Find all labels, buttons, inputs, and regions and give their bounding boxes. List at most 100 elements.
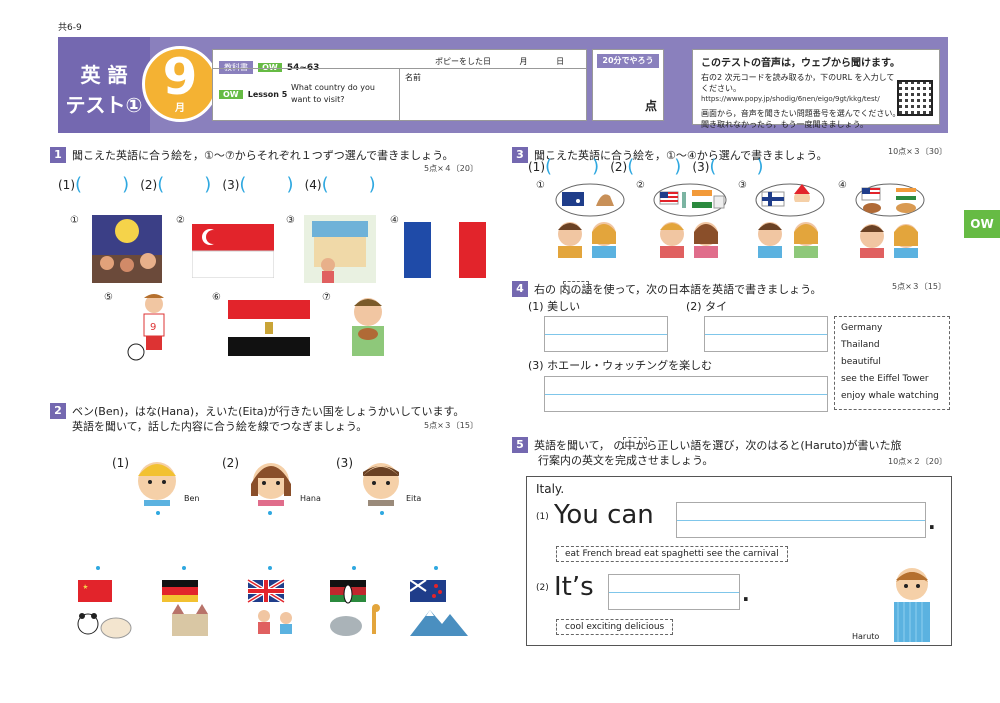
score-label: 点 bbox=[644, 99, 657, 113]
q5-dashed-box-icon bbox=[623, 437, 647, 449]
q5-period-1: . bbox=[928, 510, 936, 534]
q4-answer-1-lines[interactable] bbox=[544, 316, 668, 352]
q3-answer-row: (1)( ) (2)( ) (3)( ) bbox=[528, 156, 764, 177]
q2-person-2-dot[interactable] bbox=[268, 511, 272, 515]
q5-sentence-2-num: (2) bbox=[536, 583, 549, 593]
q4-word-germany: Germany bbox=[841, 323, 883, 333]
q1-answer-2[interactable]: ( ) bbox=[157, 174, 211, 195]
ben-label: Ben bbox=[184, 494, 200, 503]
lesson-title-1: What country do you bbox=[291, 83, 375, 92]
q5-choices-1: eat French bread eat spaghetti see the c… bbox=[556, 546, 788, 562]
q2-country-3-dot[interactable] bbox=[268, 566, 272, 570]
festival-picture bbox=[92, 215, 162, 283]
q5-sentence-2: It’s bbox=[554, 572, 594, 602]
name-label: 名前 bbox=[405, 73, 421, 82]
q4-item-1: (1) 美しい bbox=[528, 300, 581, 313]
test-title-box: 英 語 テスト① bbox=[58, 37, 150, 133]
q1-pic-5-num: ⑤ bbox=[104, 292, 113, 303]
q1-answer-1-num: (1) bbox=[58, 178, 75, 192]
month-number: 9 bbox=[162, 48, 198, 106]
q1-text: 聞こえた英語に合う絵を，①～⑦からそれぞれ１つずつ選んで書きましょう。 bbox=[72, 149, 454, 162]
food-talk-picture bbox=[855, 183, 925, 258]
new-zealand-picture bbox=[409, 579, 468, 636]
audio-line-3: 聞き取れなかったら，もう一度聞きましょう。 bbox=[701, 120, 869, 129]
q2-person-2-num: (2) bbox=[222, 456, 239, 470]
page-code: 共6-9 bbox=[58, 23, 82, 33]
q3-answer-2-num: (2) bbox=[610, 160, 628, 174]
q3-pic-3-num: ③ bbox=[738, 180, 747, 191]
ben-face bbox=[138, 462, 176, 506]
ow-side-tab: OW bbox=[964, 210, 1000, 238]
title-line-1: 英 語 bbox=[80, 63, 128, 87]
month-badge: 9 月 bbox=[142, 46, 218, 122]
q3-number: 3 bbox=[512, 146, 528, 163]
q1-answer-row: (1)( ) (2)( ) (3)( ) (4)( ) bbox=[58, 174, 376, 195]
haruto-label: Haruto bbox=[852, 632, 880, 641]
q3-answer-1-num: (1) bbox=[528, 160, 545, 174]
q2-number: 2 bbox=[50, 402, 66, 419]
haruto-picture bbox=[894, 568, 930, 642]
q2-person-3-num: (3) bbox=[336, 456, 353, 470]
date-label: ポピーをした日 bbox=[435, 57, 491, 66]
q2-person-1-dot[interactable] bbox=[156, 511, 160, 515]
audio-line-1: 右の2 次元コードを読み取るか，下のURL を入力してください。 bbox=[701, 73, 895, 93]
q5-sentence-1: You can bbox=[554, 500, 654, 530]
q4-word-box: Germany Thailand beautiful see the Eiffe… bbox=[834, 316, 950, 410]
q1-pic-6-num: ⑥ bbox=[212, 292, 221, 303]
q2-person-1-num: (1) bbox=[112, 456, 129, 470]
q5-answer-1-lines[interactable] bbox=[676, 502, 926, 538]
singapore-flag bbox=[192, 224, 274, 278]
q4-word-beautiful: beautiful bbox=[841, 357, 881, 367]
q1-points: 5点×４〔20〕 bbox=[424, 164, 478, 173]
q2-country-2-dot[interactable] bbox=[182, 566, 186, 570]
audio-title: このテストの音声は，ウェブから聞けます。 bbox=[701, 58, 900, 69]
eating-boy-picture bbox=[352, 298, 384, 356]
lesson-info-box: 教科書 OW 54~63 ポピーをした日 月 日 OW Lesson 5 Wha… bbox=[212, 49, 587, 121]
q4-answer-3-lines[interactable] bbox=[544, 376, 828, 412]
hana-face bbox=[251, 463, 291, 506]
hana-label: Hana bbox=[300, 494, 321, 503]
q5-text-2: 行案内の英文を完成させましょう。 bbox=[538, 454, 714, 467]
q4-dashed-box-icon bbox=[563, 281, 589, 293]
q1-answer-4-num: (4) bbox=[304, 178, 322, 192]
market-picture bbox=[304, 215, 376, 283]
q4-points: 5点×３〔15〕 bbox=[892, 282, 946, 291]
q1-answer-1[interactable]: ( ) bbox=[75, 174, 129, 195]
q3-pic-1-num: ① bbox=[536, 180, 545, 191]
uk-picture bbox=[246, 578, 292, 634]
q3-answer-2[interactable]: ( ) bbox=[627, 156, 681, 177]
q1-answer-4[interactable]: ( ) bbox=[322, 174, 376, 195]
q2-country-5-dot[interactable] bbox=[434, 566, 438, 570]
q4-number: 4 bbox=[512, 280, 528, 297]
q5-number: 5 bbox=[512, 436, 528, 453]
q1-pic-3-num: ③ bbox=[286, 215, 295, 226]
lesson-title-2: want to visit? bbox=[291, 95, 345, 104]
q1-answer-3[interactable]: ( ) bbox=[239, 174, 293, 195]
q4-word-whale: enjoy whale watching bbox=[841, 391, 939, 401]
australia-talk-picture bbox=[555, 183, 625, 258]
q4-word-thailand: Thailand bbox=[841, 340, 880, 350]
kenya-picture bbox=[330, 580, 380, 636]
q1-number: 1 bbox=[50, 146, 66, 163]
q3-pic-4-num: ④ bbox=[838, 180, 847, 191]
q2-person-3-dot[interactable] bbox=[380, 511, 384, 515]
q1-heading: 1 聞こえた英語に合う絵を，①～⑦からそれぞれ１つずつ選んで書きましょう。 bbox=[50, 144, 490, 165]
q3-points: 10点×３〔30〕 bbox=[888, 147, 948, 156]
q3-answer-3[interactable]: ( ) bbox=[709, 156, 763, 177]
france-flag bbox=[404, 222, 486, 278]
qr-code-icon[interactable] bbox=[897, 80, 933, 116]
q4-answer-2-lines[interactable] bbox=[704, 316, 828, 352]
time-badge: 20分でやろう bbox=[597, 54, 659, 68]
q4-word-eiffel: see the Eiffel Tower bbox=[841, 374, 929, 384]
q5-period-2: . bbox=[742, 582, 750, 606]
q5-answer-2-lines[interactable] bbox=[608, 574, 740, 610]
germany-picture bbox=[162, 580, 208, 636]
month-suffix: 月 bbox=[175, 103, 185, 114]
eita-face bbox=[363, 463, 399, 506]
q2-country-1-dot[interactable] bbox=[96, 566, 100, 570]
q2-country-4-dot[interactable] bbox=[352, 566, 356, 570]
q3-answer-1[interactable]: ( ) bbox=[545, 156, 599, 177]
title-line-2: テスト① bbox=[65, 93, 143, 117]
eita-label: Eita bbox=[406, 494, 422, 503]
q5-text-1: 英語を聞いて， の中から正しい語を選び，次のはると(Haruto)が書いた旅 bbox=[534, 439, 902, 452]
